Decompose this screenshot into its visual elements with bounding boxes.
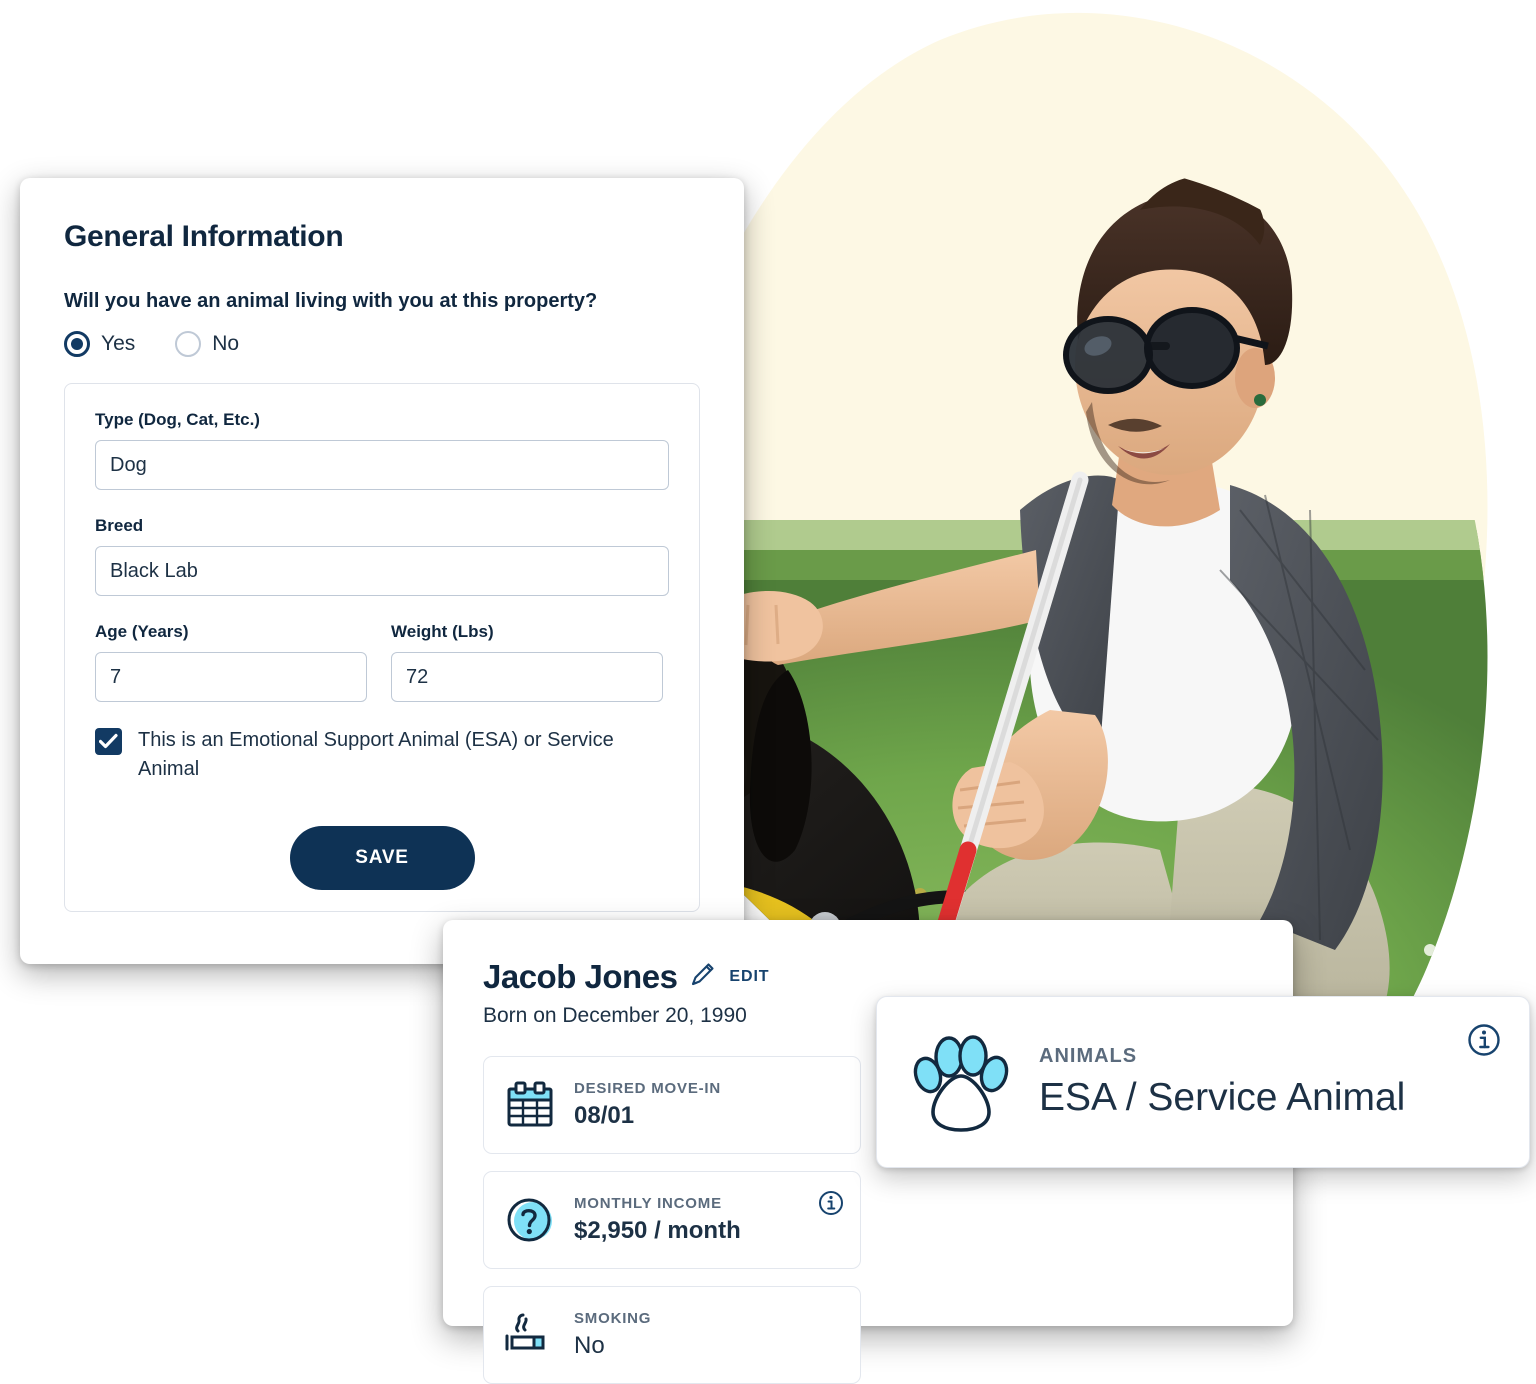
- tile-value-smoking: No: [574, 1332, 605, 1359]
- animal-question-radio-group: Yes No: [64, 331, 700, 357]
- breed-field-label: Breed: [95, 516, 144, 535]
- edit-pencil-icon[interactable]: [687, 960, 717, 995]
- radio-option-yes[interactable]: Yes: [64, 331, 135, 357]
- tile-label-monthly-income: MONTHLY INCOME: [574, 1195, 722, 1212]
- info-icon-animals[interactable]: [1467, 1023, 1501, 1062]
- save-button-container: SAVE: [95, 826, 669, 890]
- radio-label-yes: Yes: [101, 332, 136, 355]
- animal-question-label: Will you have an animal living with you …: [64, 290, 598, 312]
- age-weight-row: Age (Years) 7 Weight (Lbs) 72: [95, 622, 669, 720]
- field-group-age: Age (Years) 7: [95, 622, 367, 720]
- esa-checkbox-checked-icon[interactable]: [95, 728, 122, 755]
- paw-icon: [909, 1030, 1013, 1134]
- tile-value-monthly-income: $2,950 / month: [574, 1217, 741, 1244]
- tile-text-group: DESIRED MOVE-IN 08/01: [574, 1080, 721, 1130]
- animals-value: ESA / Service Animal: [1039, 1075, 1406, 1119]
- age-field-label: Age (Years): [95, 622, 189, 641]
- weight-input[interactable]: 72: [391, 652, 663, 702]
- save-button[interactable]: SAVE: [289, 826, 475, 890]
- radio-label-no: No: [212, 332, 240, 355]
- radio-selected-icon[interactable]: [64, 331, 90, 357]
- question-circle-icon: [504, 1194, 556, 1246]
- radio-unselected-icon[interactable]: [175, 331, 202, 357]
- animals-label: ANIMALS: [1039, 1044, 1138, 1067]
- animals-card[interactable]: ANIMALS ESA / Service Animal: [876, 996, 1530, 1168]
- type-field-label: Type (Dog, Cat, Etc.): [95, 410, 260, 429]
- weight-field-label: Weight (Lbs): [391, 622, 494, 641]
- tile-label-smoking: SMOKING: [574, 1310, 652, 1327]
- tile-text-group: MONTHLY INCOME $2,950 / month: [574, 1195, 741, 1245]
- page-title: General Information: [64, 220, 344, 253]
- tile-value-move-in: 08/01: [574, 1102, 635, 1129]
- field-group-weight: Weight (Lbs) 72: [391, 622, 663, 720]
- tile-text-group: SMOKING No: [574, 1310, 651, 1360]
- calendar-icon: [504, 1080, 556, 1130]
- cigarette-icon: [504, 1311, 556, 1359]
- field-group-breed: Breed Black Lab: [95, 516, 669, 596]
- field-group-type: Type (Dog, Cat, Etc.) Dog: [95, 410, 669, 490]
- breed-input[interactable]: Black Lab: [95, 546, 669, 596]
- age-input[interactable]: 7: [95, 652, 367, 702]
- type-input[interactable]: Dog: [95, 440, 669, 490]
- animal-details-fieldset: Type (Dog, Cat, Etc.) Dog Breed Black La…: [64, 383, 700, 912]
- radio-option-no[interactable]: No: [175, 331, 239, 357]
- general-information-card: General Information Will you have an ani…: [20, 178, 744, 964]
- esa-checkbox-label: This is an Emotional Support Animal (ESA…: [138, 729, 614, 780]
- animals-text-group: ANIMALS ESA / Service Animal: [1039, 1045, 1405, 1120]
- applicant-name-row: Jacob Jones EDIT: [483, 958, 1253, 996]
- checkmark-icon: [99, 733, 118, 749]
- applicant-name: Jacob Jones: [483, 958, 678, 995]
- tile-desired-move-in[interactable]: DESIRED MOVE-IN 08/01: [483, 1056, 861, 1154]
- tile-smoking[interactable]: SMOKING No: [483, 1286, 861, 1384]
- info-icon-monthly-income[interactable]: [818, 1190, 844, 1221]
- esa-checkbox-row[interactable]: This is an Emotional Support Animal (ESA…: [95, 726, 669, 784]
- edit-link[interactable]: EDIT: [729, 968, 769, 986]
- tile-label-move-in: DESIRED MOVE-IN: [574, 1080, 722, 1097]
- tile-monthly-income[interactable]: MONTHLY INCOME $2,950 / month: [483, 1171, 861, 1269]
